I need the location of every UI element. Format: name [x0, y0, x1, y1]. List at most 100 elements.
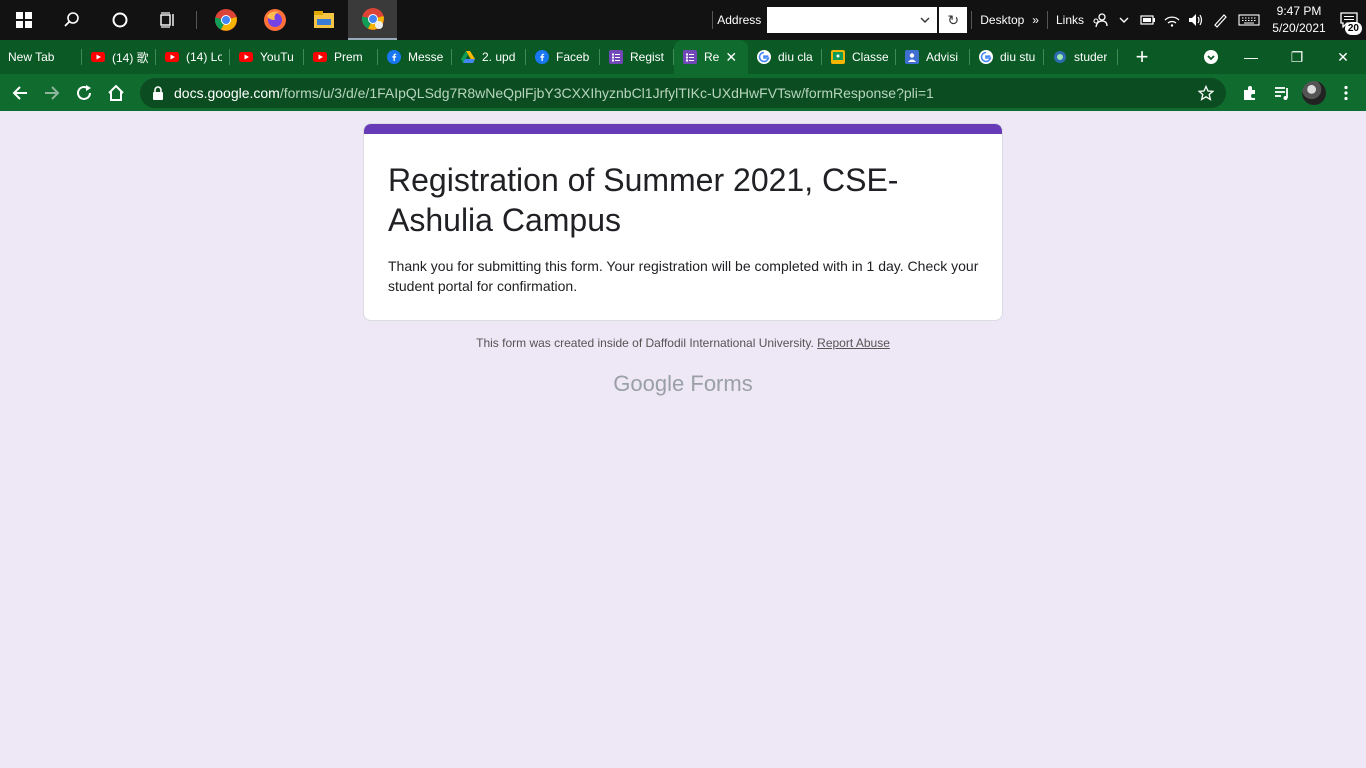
tab-google-search[interactable]: diu stu [970, 40, 1044, 74]
playlist-icon [1275, 86, 1288, 100]
tab-title: Re [704, 50, 720, 64]
tab-forms-active[interactable]: Re ✕ [674, 40, 748, 74]
tab-forms[interactable]: Regist [600, 40, 674, 74]
clock-date: 5/20/2021 [1272, 21, 1326, 35]
chevron-down-icon[interactable] [919, 14, 931, 26]
taskbar-firefox[interactable] [250, 0, 299, 40]
url-host: docs.google.com [174, 84, 280, 101]
tab-title: diu stu [1000, 50, 1036, 64]
wifi-icon[interactable] [1160, 0, 1184, 40]
taskbar-file-explorer[interactable] [299, 0, 348, 40]
cortana-button[interactable] [96, 0, 144, 40]
tab-messenger[interactable]: Messe [378, 40, 452, 74]
new-tab-button[interactable]: + [1124, 40, 1160, 74]
browser-toolbar: docs.google.com/forms/u/3/d/e/1FAIpQLSdg… [0, 74, 1366, 111]
action-center-button[interactable]: 20 [1332, 0, 1366, 40]
start-button[interactable] [0, 0, 48, 40]
lock-icon[interactable] [150, 85, 166, 101]
tab-title: Prem [334, 50, 363, 64]
clock-time: 9:47 PM [1276, 4, 1322, 18]
firefox-icon [263, 9, 286, 31]
arrow-left-icon [12, 85, 27, 100]
restore-button[interactable]: ❐ [1274, 40, 1320, 74]
tab-classroom[interactable]: Classe [822, 40, 896, 74]
form-footer-text: This form was created inside of Daffodil… [476, 336, 814, 350]
pen-icon[interactable] [1208, 0, 1232, 40]
google-icon [978, 49, 994, 65]
task-view-button[interactable] [144, 0, 192, 40]
people-icon[interactable] [1088, 0, 1112, 40]
tab-facebook[interactable]: Faceb [526, 40, 600, 74]
home-icon [108, 84, 124, 101]
desktop-toolbar-label[interactable]: Desktop [976, 13, 1028, 27]
tab-search-button[interactable] [1194, 40, 1228, 74]
confirmation-message: Thank you for submitting this form. Your… [388, 258, 979, 294]
taskbar-separator [1046, 11, 1048, 29]
forward-button[interactable] [36, 77, 68, 109]
diu-icon [1052, 49, 1068, 65]
system-clock[interactable]: 9:47 PM 5/20/2021 [1266, 3, 1332, 37]
media-controls-button[interactable] [1266, 77, 1298, 109]
tab-youtube[interactable]: YouTu [230, 40, 304, 74]
contacts-icon [904, 49, 920, 65]
links-toolbar-label[interactable]: Links [1052, 13, 1088, 27]
reload-icon [77, 84, 91, 100]
back-button[interactable] [4, 77, 36, 109]
tab-title: (14) Lo [186, 50, 222, 64]
browser-tab-strip: New Tab (14) 歌 (14) Lo YouTu Prem Messe … [0, 40, 1366, 74]
close-window-button[interactable]: ✕ [1320, 40, 1366, 74]
tab-advising[interactable]: Advisi [896, 40, 970, 74]
form-title: Registration of Summer 2021, CSE-Ashulia… [388, 162, 899, 238]
tab-youtube[interactable]: (14) 歌 [82, 40, 156, 74]
classroom-icon [830, 49, 846, 65]
chrome-icon [214, 9, 237, 31]
cortana-icon [112, 12, 128, 28]
form-footer: This form was created inside of Daffodil… [0, 336, 1366, 350]
profile-avatar[interactable] [1302, 80, 1326, 105]
toolbar-overflow-icon[interactable]: » [1028, 13, 1043, 27]
windows-logo-icon [16, 12, 32, 28]
keyboard-icon[interactable] [1232, 0, 1266, 40]
facebook-icon [386, 49, 402, 65]
youtube-icon [164, 49, 180, 65]
tab-google-search[interactable]: diu cla [748, 40, 822, 74]
home-button[interactable] [100, 77, 132, 109]
search-button[interactable] [48, 0, 96, 40]
windows-taskbar: Address ↻ Desktop » Links 9:47 PM 5/20/2… [0, 0, 1366, 40]
address-go-button[interactable]: ↻ [939, 7, 968, 33]
tab-title: diu cla [778, 50, 813, 64]
restore-icon: ❐ [1290, 48, 1304, 65]
reload-button[interactable] [68, 77, 100, 109]
chrome-menu-button[interactable] [1330, 77, 1362, 109]
close-icon[interactable]: ✕ [725, 49, 737, 66]
tab-new-tab[interactable]: New Tab [0, 40, 82, 74]
tab-drive[interactable]: 2. upd [452, 40, 526, 74]
taskbar-chrome-active[interactable] [348, 0, 397, 40]
page-content: Registration of Summer 2021, CSE-Ashulia… [0, 111, 1366, 768]
show-hidden-icons-chevron-icon[interactable] [1112, 0, 1136, 40]
minimize-button[interactable]: — [1228, 40, 1274, 74]
tab-youtube[interactable]: Prem [304, 40, 378, 74]
form-accent-bar [364, 124, 1002, 134]
extensions-button[interactable] [1234, 77, 1266, 109]
bookmark-star-icon[interactable] [1196, 84, 1216, 101]
report-abuse-link[interactable]: Report Abuse [817, 336, 890, 350]
arrow-right-icon [45, 85, 60, 100]
google-forms-logo[interactable]: Google Forms [0, 371, 1366, 397]
url-path: /forms/u/3/d/e/1FAIpQLSdg7R8wNeQplFjbY3C… [279, 84, 934, 101]
tab-youtube[interactable]: (14) Lo [156, 40, 230, 74]
taskbar-chrome[interactable] [201, 0, 250, 40]
more-vertical-icon [1344, 85, 1348, 100]
tab-student-portal[interactable]: studer [1044, 40, 1118, 74]
youtube-icon [238, 49, 254, 65]
address-bar[interactable]: docs.google.com/forms/u/3/d/e/1FAIpQLSdg… [140, 77, 1226, 108]
file-explorer-icon [313, 11, 334, 28]
tab-title: YouTu [260, 50, 294, 64]
youtube-icon [312, 49, 328, 65]
battery-icon[interactable] [1136, 0, 1160, 40]
taskbar-separator [712, 11, 714, 29]
minimize-icon: — [1244, 49, 1258, 65]
address-toolbar-input[interactable] [767, 7, 938, 33]
close-icon: ✕ [1337, 48, 1349, 65]
volume-icon[interactable] [1184, 0, 1208, 40]
